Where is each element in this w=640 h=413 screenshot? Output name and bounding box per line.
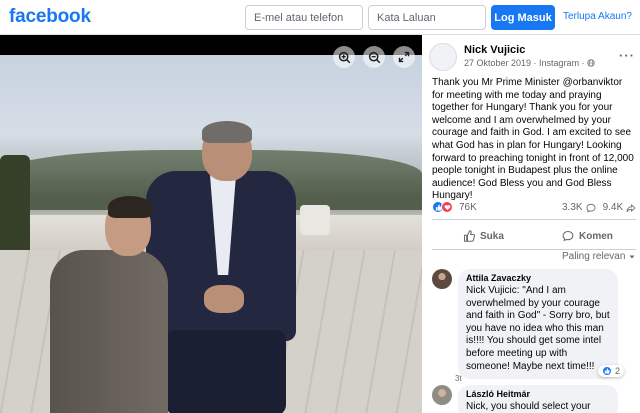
love-reaction-icon — [441, 201, 453, 213]
comment-reaction-count: 2 — [615, 366, 621, 376]
zoom-in-button[interactable] — [333, 46, 355, 68]
comment-sort-dropdown[interactable]: Paling relevan — [562, 251, 636, 262]
email-input[interactable] — [245, 5, 363, 30]
post-text: Thank you Mr Prime Minister @orbanviktor… — [432, 77, 634, 202]
more-options-icon[interactable]: ··· — [619, 48, 635, 63]
like-reaction-icon — [602, 366, 612, 376]
zoom-out-icon — [368, 51, 380, 63]
comment-time[interactable]: 3t — [455, 374, 462, 383]
comment-label: Komen — [579, 230, 613, 242]
expand-icon — [398, 51, 410, 63]
comment-button[interactable]: Komen — [562, 225, 613, 247]
login-button[interactable]: Log Masuk — [491, 5, 555, 30]
comment-bubble: László Heitmár Nick, you should select y… — [458, 385, 618, 413]
reaction-count: 76K — [459, 201, 477, 213]
facebook-logo[interactable]: facebook — [9, 6, 91, 28]
forgot-account-link[interactable]: Terlupa Akaun? — [563, 11, 632, 22]
kneeling-man — [50, 196, 170, 413]
comment-text: Nick, you should select your — [466, 401, 591, 412]
commenter-name[interactable]: László Heitmár — [466, 389, 610, 399]
comment-bubble: Attila Zavaczky Nick Vujicic: "And I am … — [458, 269, 618, 380]
comment-count-icon — [586, 203, 596, 212]
post-photo — [0, 55, 422, 413]
post-date[interactable]: 27 Oktober 2019 · Instagram · — [464, 58, 585, 68]
post-stats: 3.3K 9.4K — [562, 202, 636, 213]
author-name[interactable]: Nick Vujicic — [464, 44, 525, 56]
reaction-summary[interactable]: 76K — [432, 201, 477, 213]
commenter-avatar[interactable] — [432, 385, 452, 405]
share-count[interactable]: 9.4K — [603, 202, 624, 213]
comment-count[interactable]: 3.3K — [562, 202, 583, 213]
author-avatar[interactable] — [429, 43, 457, 71]
commenter-avatar[interactable] — [432, 269, 452, 289]
like-button[interactable]: Suka — [463, 225, 504, 247]
thumbs-up-icon — [463, 230, 475, 242]
divider — [432, 249, 636, 250]
expand-button[interactable] — [393, 46, 415, 68]
comment-reactions[interactable]: 2 — [598, 365, 625, 377]
share-count-icon — [626, 203, 636, 212]
top-bar: facebook Log Masuk Terlupa Akaun? — [0, 0, 640, 35]
globe-icon — [587, 59, 595, 67]
sort-label: Paling relevan — [562, 251, 626, 262]
like-label: Suka — [480, 230, 504, 242]
password-input[interactable] — [368, 5, 486, 30]
post-meta: 27 Oktober 2019 · Instagram · — [464, 58, 595, 68]
comment-text: Nick Vujicic: "And I am overwhelmed by y… — [466, 285, 610, 372]
commenter-name[interactable]: Attila Zavaczky — [466, 273, 610, 283]
comment-icon — [562, 230, 574, 242]
photo-viewer — [0, 35, 422, 413]
zoom-in-icon — [338, 51, 350, 63]
zoom-out-button[interactable] — [363, 46, 385, 68]
divider — [432, 219, 636, 220]
post-panel: Nick Vujicic 27 Oktober 2019 · Instagram… — [422, 35, 640, 413]
chevron-down-icon — [629, 255, 635, 258]
